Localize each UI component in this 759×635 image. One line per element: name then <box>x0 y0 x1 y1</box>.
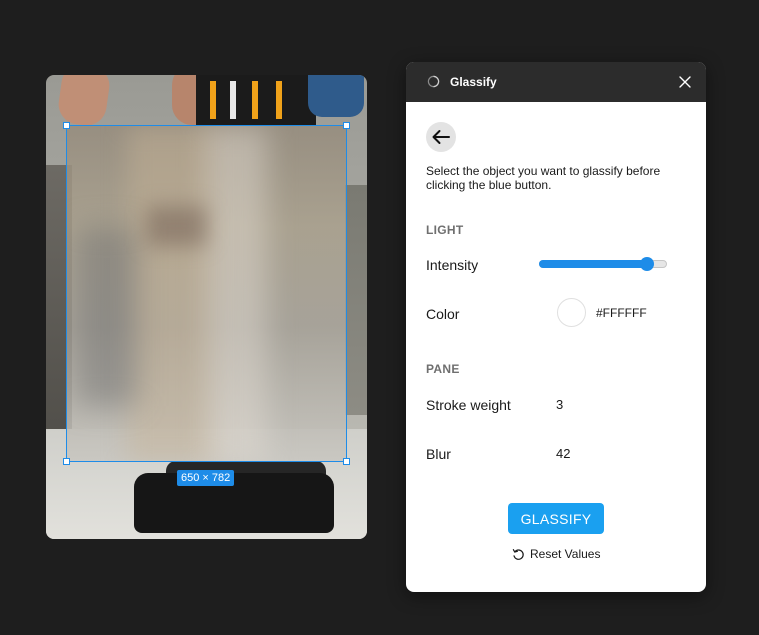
photo-tool-belt <box>196 75 316 125</box>
glassify-logo-icon <box>427 75 440 88</box>
reset-values-button[interactable]: Reset Values <box>512 547 600 561</box>
close-icon[interactable] <box>678 75 692 89</box>
selected-glass-pane[interactable] <box>66 125 347 462</box>
blur-label: Blur <box>426 446 451 462</box>
intensity-slider[interactable] <box>539 257 667 271</box>
light-color-hex[interactable]: #FFFFFF <box>596 306 647 320</box>
section-pane-header: PANE <box>426 362 460 376</box>
stroke-weight-input[interactable]: 3 <box>556 397 563 412</box>
arrow-left-icon <box>432 130 450 144</box>
resize-handle-top-right[interactable] <box>343 122 350 129</box>
photo-wall-right <box>345 185 367 415</box>
instructions-text: Select the object you want to glassify b… <box>426 164 661 192</box>
reset-values-label: Reset Values <box>530 547 601 561</box>
resize-handle-bottom-right[interactable] <box>343 458 350 465</box>
selection-dimensions-label: 650 × 782 <box>177 470 235 486</box>
blur-input[interactable]: 42 <box>556 446 570 461</box>
resize-handle-top-left[interactable] <box>63 122 70 129</box>
refresh-icon <box>512 548 524 560</box>
plugin-titlebar: Glassify <box>406 62 706 102</box>
section-light-header: LIGHT <box>426 223 464 237</box>
resize-handle-bottom-left[interactable] <box>63 458 70 465</box>
plugin-title: Glassify <box>450 75 497 89</box>
color-label: Color <box>426 306 460 322</box>
glassify-button[interactable]: GLASSIFY <box>508 503 604 534</box>
photo-arm-left <box>56 75 112 129</box>
glassify-plugin-window: Glassify Select the object you want to g… <box>406 62 706 592</box>
intensity-slider-thumb[interactable] <box>639 257 654 271</box>
stroke-weight-label: Stroke weight <box>426 397 511 413</box>
back-button[interactable] <box>426 122 456 152</box>
intensity-label: Intensity <box>426 257 479 273</box>
light-color-swatch[interactable] <box>557 298 586 327</box>
photo-blue-cloth <box>308 75 364 117</box>
